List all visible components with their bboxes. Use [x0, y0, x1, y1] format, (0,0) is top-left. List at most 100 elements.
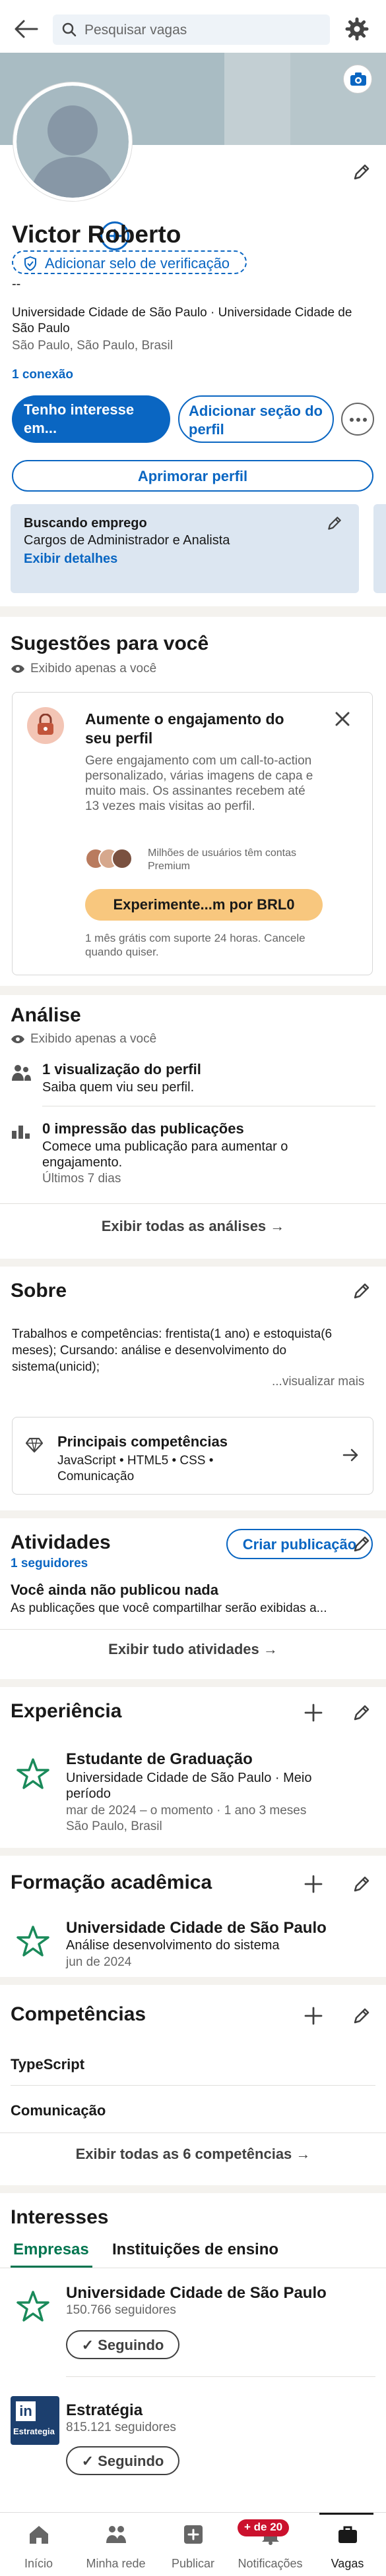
tab-schools[interactable]: Instituições de ensino: [112, 2241, 278, 2259]
edit-about-pencil-icon[interactable]: [352, 1281, 371, 1301]
lock-icon: [27, 707, 64, 744]
experience-dates: mar de 2024 – o momento · 1 ano 3 meses: [66, 1804, 307, 1818]
suggestions-private-note: Exibido apenas a você: [11, 662, 156, 676]
about-text: Trabalhos e competências: frentista(1 an…: [12, 1327, 333, 1374]
headline: Universidade Cidade de São Paulo · Unive…: [12, 306, 352, 335]
top-skills-list: JavaScript • HTML5 • CSS • Comunicação: [57, 1454, 214, 1483]
top-bar: Pesquisar vagas: [0, 0, 386, 58]
add-icon[interactable]: [304, 1703, 323, 1723]
show-all-activity-link[interactable]: Exibir tudo atividades →: [0, 1641, 386, 1658]
activity-section: Atividades 1 seguidores Criar publicação…: [0, 1518, 386, 1679]
shield-check-icon: [22, 256, 38, 272]
job-status-roles: Cargos de Administrador e Analista: [24, 533, 230, 548]
profile-views-title[interactable]: 1 visualização do perfil: [42, 1061, 201, 1078]
nav-network[interactable]: Minha rede: [77, 2513, 154, 2576]
diamond-icon: [26, 1437, 43, 1453]
promo-body: Gere engajamento com um call-to-action p…: [85, 754, 313, 813]
analytics-private-note: Exibido apenas a você: [11, 1032, 156, 1046]
nav-label: Notificações: [238, 2557, 303, 2570]
create-post-button[interactable]: Criar publicação: [226, 1529, 373, 1559]
search-input[interactable]: Pesquisar vagas: [53, 14, 330, 45]
bar-chart-icon: [11, 1122, 32, 1140]
activity-title: Atividades: [11, 1531, 111, 1553]
interest-name[interactable]: Universidade Cidade de São Paulo: [66, 2284, 327, 2303]
more-options-icon[interactable]: [341, 403, 374, 436]
period-label: Últimos 7 dias: [42, 1172, 121, 1186]
edit-activity-pencil-icon[interactable]: [352, 1534, 371, 1554]
following-button[interactable]: ✓ Seguindo: [66, 2330, 179, 2359]
back-arrow-icon[interactable]: [13, 17, 40, 41]
add-verification-badge-button[interactable]: Adicionar selo de verificação: [12, 250, 247, 274]
pronouns: --: [12, 277, 21, 291]
notifications-badge: + de 20: [238, 2519, 290, 2536]
empty-activity-title: Você ainda não publicou nada: [11, 1582, 218, 1598]
followers-count[interactable]: 1 seguidores: [11, 1557, 88, 1571]
open-to-button[interactable]: Tenho interesse em...: [12, 395, 170, 443]
education-date: jun de 2024: [66, 1955, 132, 1969]
show-all-analytics-link[interactable]: Exibir todas as análises →: [0, 1218, 386, 1235]
skills-title: Competências: [11, 2003, 146, 2025]
network-icon: [106, 2526, 126, 2543]
following-button[interactable]: ✓ Seguindo: [66, 2446, 179, 2475]
nav-post[interactable]: Publicar: [154, 2513, 232, 2576]
edit-education-pencil-icon[interactable]: [352, 1874, 371, 1894]
nav-label: Início: [24, 2557, 53, 2570]
camera-icon[interactable]: [343, 65, 372, 94]
university-logo-icon: [16, 1926, 49, 1957]
top-skills-card[interactable]: Principais competências JavaScript • HTM…: [12, 1417, 373, 1495]
experience-org: Universidade Cidade de São Paulo · Meio …: [66, 1771, 312, 1801]
connections-link[interactable]: 1 conexão: [12, 368, 73, 382]
profile-name: Victor Roberto: [12, 221, 181, 248]
open-to-work-card[interactable]: Buscando emprego Cargos de Administrador…: [11, 504, 359, 593]
avatar: [112, 848, 133, 869]
interest-name[interactable]: Estratégia: [66, 2401, 143, 2420]
profile-card: Victor Roberto Adicionar selo de verific…: [0, 53, 386, 606]
nav-jobs[interactable]: Vagas: [309, 2513, 386, 2576]
nav-home[interactable]: Início: [0, 2513, 77, 2576]
skill-item[interactable]: Comunicação: [11, 2102, 106, 2119]
university-logo-icon: [16, 1758, 49, 1789]
job-status-title: Buscando emprego: [24, 516, 147, 530]
premium-promo-card: Aumente o engajamento do seu perfil Gere…: [12, 692, 373, 975]
edit-job-status-pencil-icon[interactable]: [326, 515, 346, 534]
experience-location: São Paulo, Brasil: [66, 1819, 162, 1833]
avatar[interactable]: [13, 82, 132, 201]
education-section: Formação acadêmica Universidade Cidade d…: [0, 1856, 386, 1977]
education-title: Formação acadêmica: [11, 1872, 212, 1893]
see-more-link[interactable]: ...visualizar mais: [272, 1375, 364, 1389]
education-degree: Análise desenvolvimento do sistema: [66, 1938, 280, 1953]
empty-activity-sub: As publicações que você compartilhar ser…: [11, 1601, 327, 1615]
promo-title: Aumente o engajamento do seu perfil: [85, 710, 284, 747]
add-icon[interactable]: [304, 2006, 323, 2026]
gear-icon[interactable]: [345, 17, 369, 41]
people-icon: [11, 1062, 32, 1083]
add-icon[interactable]: [304, 1874, 323, 1894]
eye-icon: [11, 1035, 25, 1044]
edit-skills-pencil-icon[interactable]: [352, 2006, 371, 2026]
try-premium-button[interactable]: Experimente...m por BRL0: [85, 889, 323, 921]
education-school: Universidade Cidade de São Paulo: [66, 1919, 327, 1937]
tab-companies[interactable]: Empresas: [13, 2241, 89, 2259]
job-status-details-link[interactable]: Exibir detalhes: [24, 552, 117, 567]
about-title: Sobre: [11, 1280, 67, 1302]
edit-intro-pencil-icon[interactable]: [352, 162, 371, 182]
edit-experience-pencil-icon[interactable]: [352, 1703, 371, 1723]
interests-title: Interesses: [11, 2206, 109, 2228]
interests-section: Interesses Empresas Instituições de ensi…: [0, 2193, 386, 2512]
close-icon[interactable]: [333, 710, 352, 728]
profile-views-sub: Saiba quem viu seu perfil.: [42, 1080, 195, 1095]
post-impressions-title[interactable]: 0 impressão das publicações: [42, 1120, 244, 1137]
interest-followers: 815.121 seguidores: [66, 2420, 176, 2434]
experience-title: Experiência: [11, 1700, 122, 1722]
add-profile-section-button[interactable]: Adicionar seção do perfil: [178, 395, 334, 443]
skill-item[interactable]: TypeScript: [11, 2056, 84, 2073]
analytics-title: Análise: [11, 1004, 81, 1026]
nav-label: Vagas: [331, 2557, 364, 2570]
post-impressions-sub: Comece uma publicação para aumentar o en…: [42, 1139, 288, 1170]
search-placeholder: Pesquisar vagas: [84, 22, 187, 38]
improve-profile-button[interactable]: Aprimorar perfil: [12, 460, 373, 492]
promo-social-proof: Milhões de usuários têm contas Premium: [148, 847, 296, 872]
estrategia-logo: in Estrategia: [11, 2396, 59, 2445]
show-all-skills-link[interactable]: Exibir todas as 6 competências →: [0, 2146, 386, 2163]
analytics-section: Análise Exibido apenas a você 1 visualiz…: [0, 995, 386, 1259]
